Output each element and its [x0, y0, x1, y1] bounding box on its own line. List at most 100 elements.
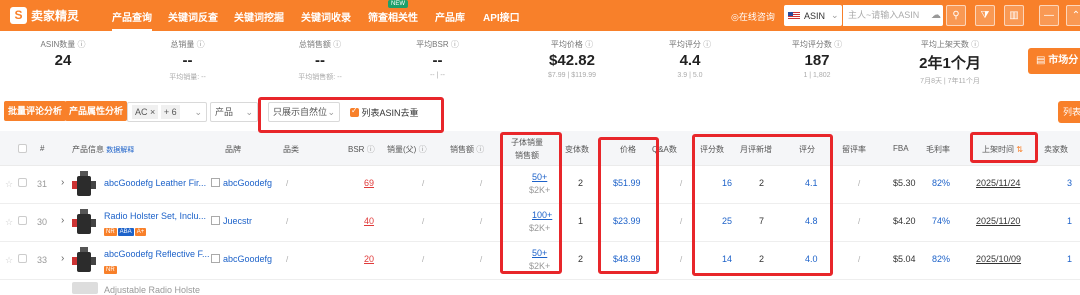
col-bsr[interactable]: BSR ⓘ [348, 144, 375, 155]
watch-icon[interactable]: ☆ [5, 217, 13, 228]
child-sales-value[interactable]: 100+ [532, 210, 552, 220]
row-checkbox[interactable] [18, 216, 27, 226]
bsr-value[interactable]: 40 [364, 216, 374, 226]
stat-value: -- [432, 52, 443, 69]
ratings-count-value[interactable]: 14 [722, 254, 732, 264]
data-explain-link[interactable]: 数据解释 [106, 147, 134, 154]
launch-date-value[interactable]: 2025/10/09 [976, 254, 1021, 264]
rating-value[interactable]: 4.8 [805, 216, 818, 226]
col-monthly-new-reviews[interactable]: 月评新增 [740, 144, 772, 155]
rating-value[interactable]: 4.0 [805, 254, 818, 264]
product-thumbnail[interactable] [72, 171, 96, 199]
sales-parent-cell: / [422, 255, 425, 264]
child-sales-value[interactable]: 50+ [532, 172, 547, 182]
minimize-button[interactable]: — [1039, 5, 1059, 26]
price-value[interactable]: $23.99 [613, 216, 641, 226]
batch-review-analysis-button[interactable]: 批量评论分析 [4, 101, 67, 121]
col-ratings-count[interactable]: 评分数 [700, 144, 724, 155]
arrow-icon: ⌃ [1071, 10, 1080, 21]
seller-count-value[interactable]: 1 [1067, 216, 1072, 226]
nav-keyword-mining[interactable]: 关键词挖掘 [234, 9, 284, 24]
col-price[interactable]: 价格 [620, 144, 636, 155]
app-logo[interactable]: S 卖家精灵 [10, 7, 79, 24]
expand-chevron-icon[interactable]: › [61, 215, 64, 226]
price-value[interactable]: $51.99 [613, 178, 641, 188]
product-title-link[interactable]: abcGoodefg Leather Fir... [104, 178, 206, 188]
col-child-revenue[interactable]: 销售额 [515, 150, 539, 161]
col-child-sales[interactable]: 子体销量 [511, 137, 543, 148]
table-row[interactable]: ☆ 30 › Radio Holster Set, Inclu... NR ABA A+ Ju… [0, 204, 1080, 242]
search-icon: ⚲ [952, 10, 960, 21]
filter-toggle-button[interactable]: ⧩ [975, 5, 995, 26]
brand-cell[interactable]: abcGoodefg [211, 254, 272, 264]
ratings-count-value[interactable]: 25 [722, 216, 732, 226]
natural-position-select[interactable]: 只展示自然位 ⌄ [268, 102, 340, 122]
asin-type-select[interactable]: ASIN ⌄ [784, 5, 842, 26]
brand-cell[interactable]: abcGoodefg [211, 178, 272, 188]
market-analysis-button[interactable]: ▤ 市场分 [1028, 48, 1080, 74]
watch-icon[interactable]: ☆ [5, 255, 13, 266]
col-sales-parent[interactable]: 销量(父) ⓘ [387, 144, 427, 155]
dedupe-asin-checkbox[interactable]: 列表ASIN去重 [350, 106, 419, 119]
tag-multiselect[interactable]: AC × + 6 ⌄ [127, 102, 207, 122]
brand-cell[interactable]: Juecstr [211, 216, 252, 226]
select-all-checkbox[interactable] [18, 144, 27, 154]
rating-value[interactable]: 4.1 [805, 178, 818, 188]
nav-api[interactable]: API接口 [483, 9, 520, 24]
nav-keyword-reverse[interactable]: 关键词反查 [168, 9, 218, 24]
watch-icon[interactable]: ☆ [5, 179, 13, 190]
qa-cell: / [680, 179, 683, 188]
col-brand[interactable]: 品牌 [225, 144, 241, 155]
product-attribute-analysis-button[interactable]: 产品属性分析 [65, 101, 128, 121]
list-settings-button[interactable]: 列表 [1058, 101, 1080, 123]
margin-value[interactable]: 82% [932, 178, 950, 188]
online-consult-link[interactable]: ◎在线咨询 [731, 10, 775, 23]
col-rating[interactable]: 评分 [799, 144, 815, 155]
child-sales-value[interactable]: 50+ [532, 248, 547, 258]
col-revenue[interactable]: 销售额 ⓘ [450, 144, 484, 155]
price-value[interactable]: $48.99 [613, 254, 641, 264]
seller-count-value[interactable]: 3 [1067, 178, 1072, 188]
nav-product-library[interactable]: 产品库 [435, 9, 465, 24]
col-review-rate[interactable]: 留评率 [842, 144, 866, 155]
margin-value[interactable]: 82% [932, 254, 950, 264]
nav-product-query[interactable]: 产品查询 [112, 9, 152, 31]
search-button[interactable]: ⚲ [946, 5, 966, 26]
col-qa[interactable]: Q&A数 [652, 144, 677, 155]
product-title-link[interactable]: abcGoodefg Reflective F... [104, 249, 210, 259]
chevron-down-icon: ⌄ [327, 107, 335, 117]
nav-relevance-screen[interactable]: 筛查相关性 [368, 9, 418, 24]
upload-cloud-icon[interactable]: ☁ [926, 6, 946, 27]
stat-asin-count: ASIN数量 ⓘ 24 [28, 39, 98, 69]
col-margin[interactable]: 毛利率 [926, 144, 950, 155]
filter-icon: ⧩ [980, 10, 990, 21]
col-variants[interactable]: 变体数 [565, 144, 589, 155]
col-sellers[interactable]: 卖家数 [1044, 144, 1068, 155]
product-title-partial[interactable]: Adjustable Radio Holste [104, 285, 200, 295]
product-title-link[interactable]: Radio Holster Set, Inclu... [104, 211, 206, 221]
row-checkbox[interactable] [18, 254, 27, 264]
product-thumbnail[interactable] [72, 282, 98, 294]
table-row[interactable]: ☆ 33 › abcGoodefg Reflective F... NR abcGoode… [0, 242, 1080, 280]
bsr-value[interactable]: 20 [364, 254, 374, 264]
table-row[interactable]: ☆ 31 › abcGoodefg Leather Fir... abcGoodefg /… [0, 166, 1080, 204]
bsr-value[interactable]: 69 [364, 178, 374, 188]
product-type-select[interactable]: 产品 ⌄ [210, 102, 258, 122]
col-category[interactable]: 品类 [283, 144, 299, 155]
row-checkbox[interactable] [18, 178, 27, 188]
expand-chevron-icon[interactable]: › [61, 253, 64, 264]
launch-date-value[interactable]: 2025/11/20 [976, 216, 1020, 226]
ratings-count-value[interactable]: 16 [722, 178, 732, 188]
product-thumbnail[interactable] [72, 247, 96, 275]
col-fba[interactable]: FBA [893, 144, 909, 153]
product-thumbnail[interactable] [72, 209, 96, 237]
launch-date-value[interactable]: 2025/11/24 [976, 178, 1020, 188]
nav-keyword-index[interactable]: 关键词收录 [301, 9, 351, 24]
expand-chevron-icon[interactable]: › [61, 177, 64, 188]
chart-toggle-button[interactable]: ▥ [1004, 5, 1024, 26]
margin-value[interactable]: 74% [932, 216, 950, 226]
help-icon: ⓘ [450, 40, 459, 49]
seller-count-value[interactable]: 1 [1067, 254, 1072, 264]
collapse-button[interactable]: ⌃ [1066, 5, 1080, 26]
col-launch-date[interactable]: 上架时间 ⇅ [982, 144, 1023, 155]
